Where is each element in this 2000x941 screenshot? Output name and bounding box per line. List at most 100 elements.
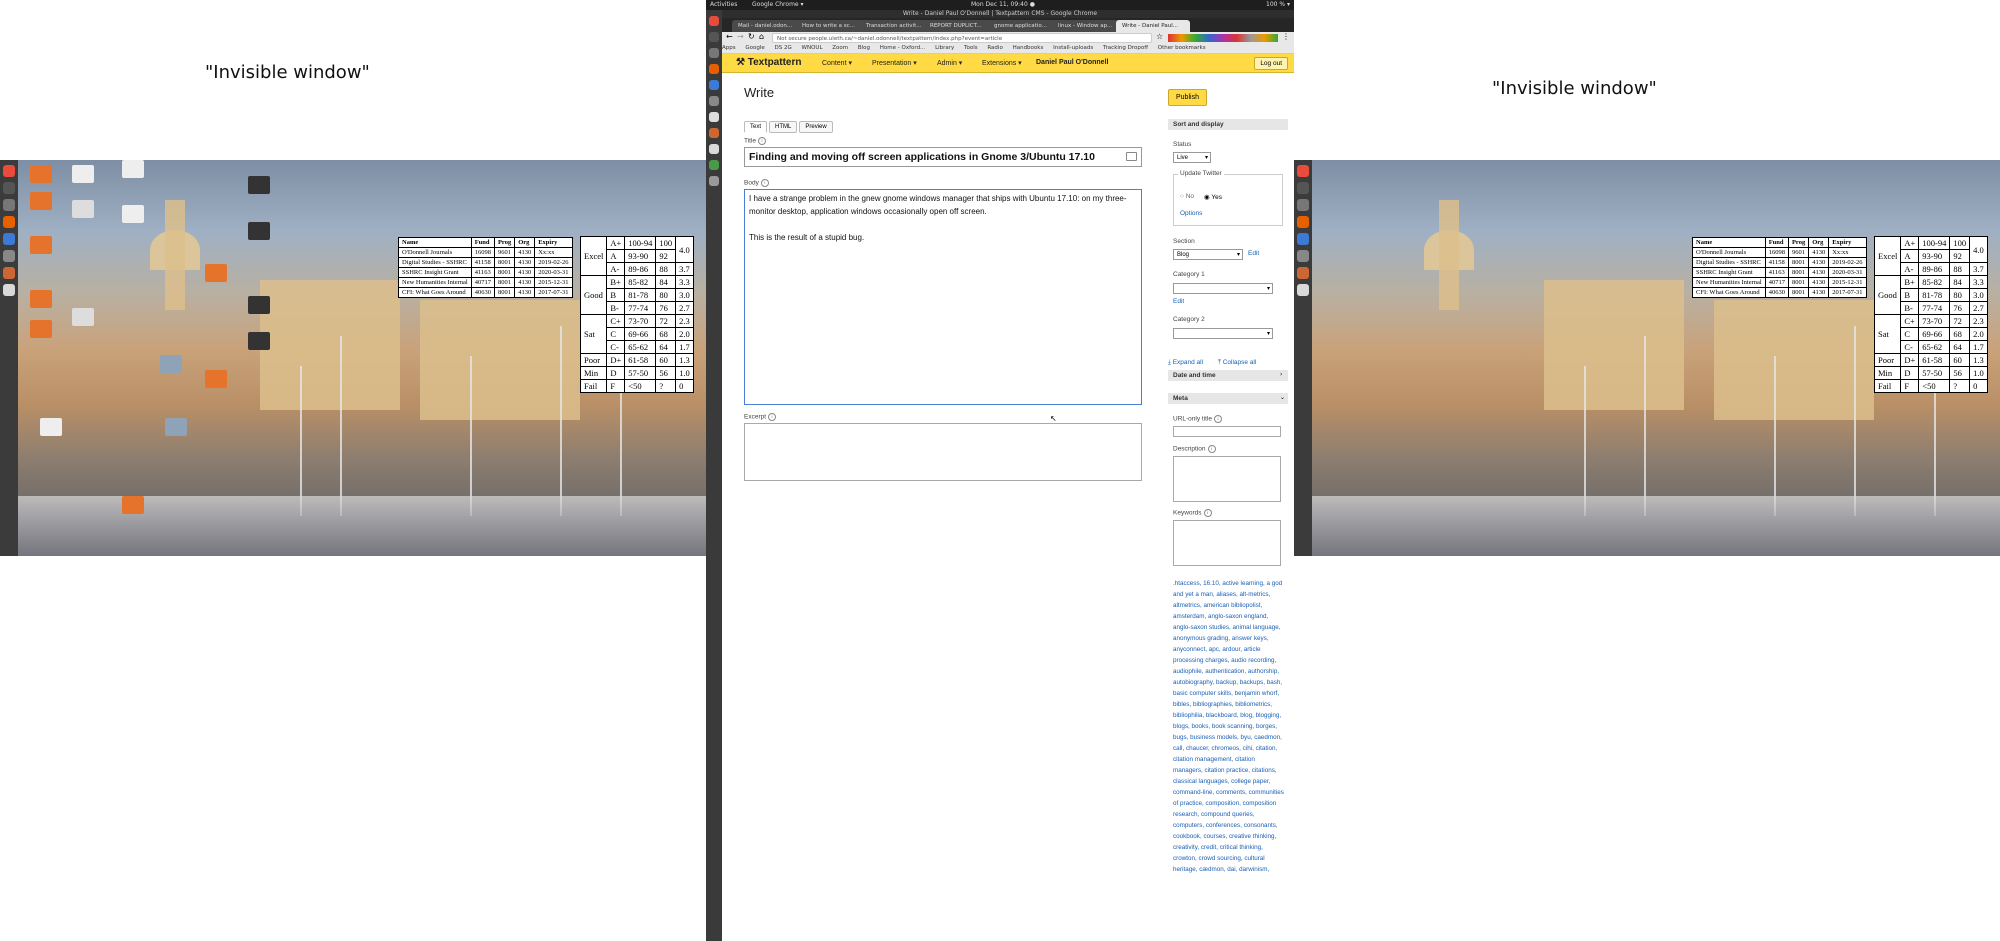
date-time-heading[interactable]: Date and time [1168,370,1288,381]
menu-admin[interactable]: Admin ▾ [937,59,962,67]
software-icon[interactable] [3,267,15,279]
browser-tab[interactable]: How to write a sc... [796,20,864,32]
desktop-folder-icon[interactable] [30,192,52,210]
body-textarea[interactable]: I have a strange problem in the gnew gno… [744,189,1142,405]
bookmark[interactable]: Radio [987,45,1002,51]
software-icon[interactable] [709,128,719,138]
expand-all-link[interactable]: ⤓ Expand all [1168,359,1203,367]
url-only-title-input[interactable] [1173,426,1281,437]
back-icon[interactable]: ← [726,32,733,41]
tab-html[interactable]: HTML [769,121,798,133]
browser-tab-active[interactable]: Write - Daniel Paul... [1116,20,1190,32]
desktop-folder-icon[interactable] [30,320,52,338]
tab-preview[interactable]: Preview [799,121,833,133]
title-field-icon[interactable] [1126,152,1137,161]
excerpt-textarea[interactable] [744,423,1142,481]
keyword-tag-list[interactable]: .htaccess, 16.10, active learning, a god… [1173,578,1285,875]
menu-presentation[interactable]: Presentation ▾ [872,59,917,67]
category2-select[interactable] [1173,328,1273,340]
section-select[interactable]: Blog [1173,249,1243,261]
desktop-folder-icon[interactable] [30,165,52,183]
info-icon[interactable]: i [1214,415,1223,423]
desktop-music-icon[interactable] [72,200,94,218]
collapse-all-link[interactable]: ⤒ Collapse all [1218,359,1256,367]
menu-user[interactable]: Daniel Paul O'Donnell [1036,59,1108,66]
twitter-yes-radio[interactable]: ◉ Yes [1204,193,1222,201]
bookmark[interactable]: Other bookmarks [1158,45,1206,51]
browser-tab[interactable]: gnome applicatio... [988,20,1056,32]
desktop-folder-icon[interactable] [205,370,227,388]
desktop-document-icon[interactable] [72,165,94,183]
bookmark[interactable]: Zoom [832,45,848,51]
menu-icon[interactable]: ⋮ [1282,32,1290,41]
info-icon[interactable]: i [760,179,769,187]
menu-extensions[interactable]: Extensions ▾ [982,59,1022,67]
terminal-icon[interactable] [1297,182,1309,194]
bookmark[interactable]: WNOUL [802,45,823,51]
bookmark[interactable]: DS 2G [775,45,792,51]
desktop-document-icon[interactable] [40,418,62,436]
calendar-icon[interactable] [709,112,719,122]
textpattern-logo[interactable]: ⚒ Textpattern [736,57,801,68]
desktop-monitor-icon[interactable] [248,296,270,314]
terminal-icon[interactable] [3,182,15,194]
address-bar[interactable]: Not secure people.uleth.ca/~daniel.odonn… [772,33,1152,43]
firefox-icon[interactable] [1297,216,1309,228]
help-icon[interactable] [709,80,719,90]
forward-icon[interactable]: → [737,32,744,41]
firefox-icon[interactable] [709,64,719,74]
app-menu[interactable]: Google Chrome ▾ [752,0,804,10]
desktop-folder-icon[interactable] [122,496,144,514]
document-icon[interactable] [1297,284,1309,296]
document-icon[interactable] [709,144,719,154]
desktop-folder-icon[interactable] [30,290,52,308]
bookmark[interactable]: Apps [722,45,736,51]
desktop-monitor-icon[interactable] [248,222,270,240]
battery-indicator[interactable]: 100 % ▾ [1266,0,1290,10]
document-icon[interactable] [3,284,15,296]
keywords-textarea[interactable] [1173,520,1281,566]
info-icon[interactable]: i [1207,445,1216,453]
chrome-icon[interactable] [709,16,719,26]
options-link[interactable]: Options [1180,210,1202,217]
section-edit-link[interactable]: Edit [1248,250,1259,257]
bookmark[interactable]: Tools [964,45,978,51]
title-input[interactable]: Finding and moving off screen applicatio… [744,147,1142,167]
desktop-music-icon[interactable] [72,308,94,326]
browser-tab[interactable]: Transaction activit... [860,20,928,32]
trash-icon[interactable] [709,176,719,186]
help-icon[interactable] [3,233,15,245]
terminal-icon[interactable] [709,32,719,42]
home-icon[interactable]: ⌂ [759,32,764,41]
logout-button[interactable]: Log out [1254,57,1288,70]
desktop-image-icon[interactable] [160,355,182,373]
info-icon[interactable]: i [758,137,767,145]
chrome-icon[interactable] [3,165,15,177]
bookmark[interactable]: Home - Oxford... [880,45,926,51]
info-icon[interactable]: i [1203,509,1212,517]
bookmark[interactable]: Install-uploads [1053,45,1093,51]
bookmark[interactable]: Handbooks [1013,45,1044,51]
desktop-document-icon[interactable] [122,160,144,178]
activities-button[interactable]: Activities [710,0,737,10]
clock[interactable]: Mon Dec 11, 09:40 ● [971,0,1035,10]
twitter-no-radio[interactable]: ○ No [1180,193,1194,200]
description-textarea[interactable] [1173,456,1281,502]
files-icon[interactable] [1297,199,1309,211]
tab-text[interactable]: Text [744,121,768,133]
desktop-folder-icon[interactable] [30,236,52,254]
chrome-icon[interactable] [1297,165,1309,177]
desktop-document-icon[interactable] [122,205,144,223]
publish-button[interactable]: Publish [1168,89,1207,106]
browser-tab[interactable]: REPORT DUPLICT... [924,20,992,32]
bookmark[interactable]: Blog [858,45,870,51]
settings-icon[interactable] [1297,250,1309,262]
bookmark[interactable]: Tracking Dropoff [1103,45,1148,51]
extensions-icon[interactable] [1168,34,1278,42]
help-icon[interactable] [1297,233,1309,245]
info-icon[interactable]: i [768,413,777,421]
settings-icon[interactable] [3,250,15,262]
settings-icon[interactable] [709,96,719,106]
software-icon[interactable] [1297,267,1309,279]
files-icon[interactable] [709,48,719,58]
